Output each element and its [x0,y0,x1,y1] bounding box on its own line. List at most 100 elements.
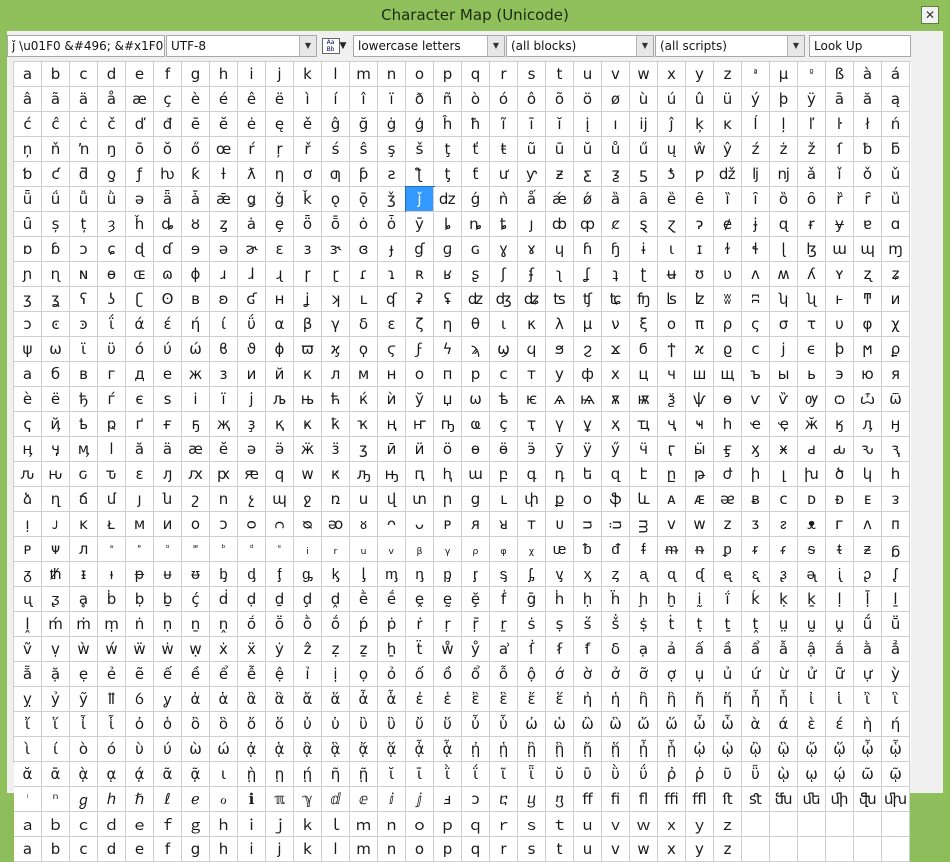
char-cell[interactable]: ả [658,637,686,662]
char-cell[interactable]: ř [294,137,322,162]
char-cell[interactable]: ᵰ [686,537,714,562]
char-cell[interactable]: ᴄ [770,487,798,512]
char-cell[interactable]: ṡ [518,612,546,637]
char-cell[interactable]: ᵬ [574,537,602,562]
char-cell[interactable]: ʈ [630,262,658,287]
char-cell[interactable]: ὡ [546,712,574,737]
char-cell[interactable]: ɴ [70,262,98,287]
char-cell[interactable]: ἣ [658,687,686,712]
char-cell[interactable]: ᴍ [126,512,154,537]
char-cell[interactable]: ῦ [714,762,742,787]
char-cell[interactable]: ᾱ [42,762,70,787]
char-cell[interactable]: ʤ [490,287,518,312]
char-cell[interactable]: ɒ [14,237,42,262]
char-cell[interactable]: ť [462,137,490,162]
char-cell[interactable]: ƅ [14,162,42,187]
char-cell[interactable]: ԧ [434,462,462,487]
char-cell[interactable]: յ [126,487,154,512]
char-cell[interactable]: ǚ [70,187,98,212]
char-cell[interactable]: ῶ [854,762,882,787]
char-cell[interactable]: ü [714,87,742,112]
char-cell[interactable]: ᾂ [294,737,322,762]
char-cell[interactable]: ʢ [434,287,462,312]
title-bar[interactable]: Character Map (Unicode) ✕ [0,0,950,31]
char-cell[interactable]: ὑ [322,712,350,737]
char-cell[interactable]: ᴂ [714,487,742,512]
char-cell[interactable]: ƥ [350,162,378,187]
char-cell[interactable]: ẚ [490,637,518,662]
char-cell[interactable]: s [518,837,546,862]
char-cell[interactable]: ƛ [238,162,266,187]
char-cell[interactable]: ө [462,437,490,462]
char-cell[interactable]: ӑ [126,437,154,462]
char-cell[interactable]: ʁ [434,262,462,287]
char-cell[interactable]: ᾗ [658,737,686,762]
char-cell[interactable]: ȧ [238,212,266,237]
char-cell[interactable]: ᴙ [462,512,490,537]
char-cell[interactable]: ỉ [294,662,322,687]
char-cell[interactable]: ͻ [14,312,42,337]
char-cell[interactable]: ᾡ [714,737,742,762]
char-cell[interactable]: ḁ [70,587,98,612]
char-cell[interactable]: ὕ [434,712,462,737]
char-cell[interactable]: ᾦ [854,737,882,762]
char-cell[interactable]: ƺ [602,162,630,187]
char-cell[interactable]: ŗ [266,137,294,162]
char-cell[interactable]: ό [126,337,154,362]
char-cell[interactable]: ã [42,87,70,112]
char-cell[interactable]: ԟ [322,462,350,487]
char-cell[interactable]: ԑ [126,462,154,487]
char-cell[interactable]: ᴋ [70,512,98,537]
char-cell[interactable]: ᴪ [42,537,70,562]
char-cell[interactable]: w [630,62,658,87]
char-cell[interactable]: ő [182,137,210,162]
char-cell[interactable]: ṿ [42,637,70,662]
char-cell[interactable]: ἇ [378,687,406,712]
char-cell[interactable]: ｋ [294,812,322,837]
char-cell[interactable]: ą [882,87,910,112]
char-cell[interactable]: ɭ [770,237,798,262]
char-cell[interactable]: ᵴ [798,537,826,562]
char-cell[interactable]: ȁ [602,187,630,212]
char-cell[interactable]: р [462,362,490,387]
char-cell[interactable]: ｙ [686,812,714,837]
char-cell[interactable]: ᵳ [770,537,798,562]
char-cell[interactable]: ʧ [574,287,602,312]
char-cell[interactable]: ᶙ [14,587,42,612]
char-cell[interactable]: ϐ [210,337,238,362]
char-cell[interactable]: ʊ [686,262,714,287]
char-cell[interactable]: ӛ [266,437,294,462]
char-cell[interactable]: ʉ [658,262,686,287]
char-cell[interactable]: ᾳ [98,762,126,787]
char-cell[interactable]: ј [238,387,266,412]
char-cell[interactable]: l [322,837,350,862]
char-cell[interactable]: ĝ [322,112,350,137]
char-cell[interactable]: у [546,362,574,387]
char-cell[interactable]: ƪ [406,162,434,187]
char-cell[interactable]: ṃ [98,612,126,637]
char-cell[interactable]: թ [686,462,714,487]
char-cell[interactable]: ö [574,87,602,112]
char-cell[interactable]: ᵩ [490,537,518,562]
char-cell[interactable]: ё [42,387,70,412]
char-cell[interactable]: ȉ [714,187,742,212]
char-cell[interactable]: ῂ [238,762,266,787]
char-cell[interactable]: ծ [826,462,854,487]
char-cell[interactable]: ȼ [602,212,630,237]
char-cell[interactable]: ằ [854,637,882,662]
char-cell[interactable]: ᴎ [154,512,182,537]
char-cell[interactable]: ѡ [462,387,490,412]
char-cell[interactable]: ŀ [826,112,854,137]
char-cell[interactable]: ѵ [742,387,770,412]
char-cell[interactable]: ẗ [406,637,434,662]
script-select[interactable]: (all scripts) ▼ [655,35,805,57]
char-cell[interactable]: ӣ [378,437,406,462]
char-cell[interactable]: ῆ [322,762,350,787]
char-cell[interactable]: ᵦ [406,537,434,562]
char-cell[interactable]: ᶕ [798,562,826,587]
char-cell[interactable]: ᾥ [826,737,854,762]
char-cell[interactable]: ɼ [294,262,322,287]
char-cell[interactable]: љ [266,387,294,412]
char-cell[interactable]: ԙ [238,462,266,487]
char-cell[interactable]: τ [798,312,826,337]
